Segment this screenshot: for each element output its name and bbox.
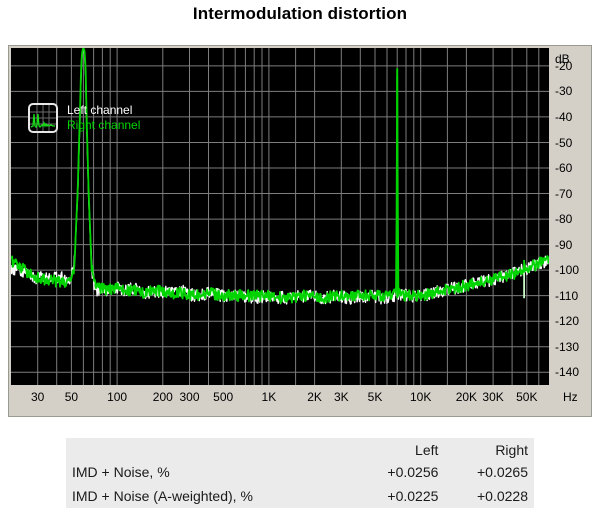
results-table-body: IMD + Noise, % +0.0256 +0.0265 IMD + Noise … bbox=[66, 460, 534, 508]
legend: Left channel Right channel bbox=[67, 103, 140, 133]
table-header-right: Right bbox=[444, 438, 534, 460]
spectrum-plot-area[interactable]: Left channel Right channel bbox=[11, 48, 549, 385]
table-header-row: Left Right bbox=[66, 438, 534, 460]
x-axis-tick-1K: 1K bbox=[261, 390, 277, 404]
measurement-value-left: +0.0225 bbox=[354, 484, 445, 508]
y-axis-tick-minus80: -80 bbox=[555, 212, 573, 227]
trace-right-channel bbox=[11, 48, 549, 304]
y-axis-tick-minus40: -40 bbox=[555, 109, 573, 124]
y-axis-tick-minus50: -50 bbox=[555, 135, 573, 150]
x-axis-tick-500: 500 bbox=[213, 390, 234, 404]
x-axis-tick-50K: 50K bbox=[516, 390, 538, 404]
x-axis-tick-50: 50 bbox=[64, 390, 79, 404]
table-row: IMD + Noise, % +0.0256 +0.0265 bbox=[66, 460, 534, 484]
x-axis-tick-300: 300 bbox=[179, 390, 200, 404]
y-axis-tick-minus110: -110 bbox=[555, 288, 579, 303]
y-axis-labels: dB -20 -30 -40 -50 -60 -70 -80 -90 -100 -110 -120-… bbox=[552, 48, 592, 385]
legend-item-right-channel: Right channel bbox=[67, 118, 141, 132]
x-axis-tick-5K: 5K bbox=[367, 390, 383, 404]
table-row: IMD + Noise (A-weighted), % +0.0225 +0.022… bbox=[66, 484, 534, 508]
measurement-value-right: +0.0228 bbox=[444, 484, 534, 508]
spectrum-plot-svg bbox=[11, 48, 549, 385]
legend-item-left-channel: Left channel bbox=[67, 103, 133, 117]
table-header-blank bbox=[66, 438, 355, 460]
x-axis-tick-30K: 30K bbox=[482, 390, 504, 404]
table-header-left: Left bbox=[354, 438, 445, 460]
y-axis-tick-minus70: -70 bbox=[555, 186, 573, 201]
grid-lines bbox=[11, 48, 549, 385]
x-axis-tick-100: 100 bbox=[107, 390, 128, 404]
x-axis-tick-3K: 3K bbox=[333, 390, 349, 404]
y-axis-tick-minus130: -130 bbox=[555, 339, 580, 354]
x-axis-tick-200: 200 bbox=[152, 390, 173, 404]
measurement-value-left: +0.0256 bbox=[354, 460, 445, 484]
x-axis-tick-20K: 20K bbox=[455, 390, 478, 404]
measurement-label: IMD + Noise, % bbox=[66, 460, 355, 484]
y-axis-tick-minus140: -140 bbox=[555, 365, 580, 380]
x-axis-labels: Hz 30 50 100 200 300 500 1K 2K 3K 5K 10K 20K 30K 50K bbox=[11, 388, 592, 412]
y-axis-tick-minus90: -90 bbox=[555, 237, 573, 252]
y-axis-tick-minus20: -20 bbox=[555, 58, 573, 73]
measurement-value-right: +0.0265 bbox=[444, 460, 534, 484]
y-axis-tick-minus100: -100 bbox=[555, 263, 580, 278]
results-table: Left Right IMD + Noise, % +0.0256 +0.0265 I… bbox=[66, 438, 534, 508]
x-axis-tick-10K: 10K bbox=[410, 390, 432, 404]
measurement-label: IMD + Noise (A-weighted), % bbox=[66, 484, 355, 508]
spectrum-thumbnail-icon[interactable] bbox=[28, 103, 58, 133]
y-axis-tick-minus30: -30 bbox=[555, 84, 573, 99]
y-axis-tick-minus120: -120 bbox=[555, 314, 580, 329]
x-axis-tick-30: 30 bbox=[31, 390, 45, 404]
x-axis-tick-2K: 2K bbox=[307, 390, 322, 404]
page-title: Intermodulation distortion bbox=[192, 4, 408, 23]
thumbnail-glyph bbox=[30, 105, 56, 131]
x-axis-unit-label: Hz bbox=[563, 390, 578, 404]
y-axis-tick-minus60: -60 bbox=[555, 161, 573, 175]
